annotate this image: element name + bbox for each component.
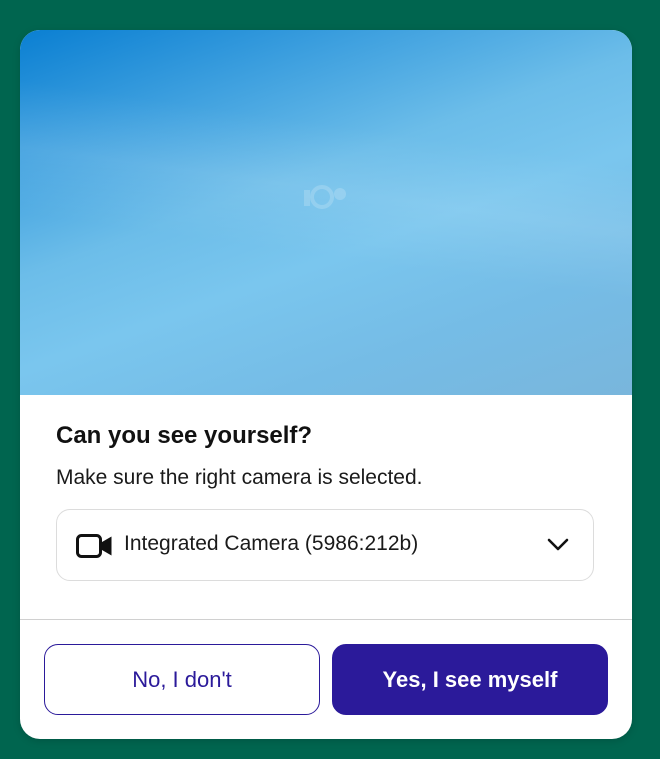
camera-preview-logo-icon [304,185,346,209]
dialog-subtitle: Make sure the right camera is selected. [56,466,423,489]
camera-select-value: Integrated Camera (5986:212b) [124,532,419,555]
no-i-dont-button[interactable]: No, I don't [44,644,320,715]
camera-select-dropdown[interactable]: Integrated Camera (5986:212b) [56,509,594,581]
video-camera-icon [76,534,112,558]
chevron-down-icon [547,538,569,551]
camera-check-dialog: Can you see yourself? Make sure the righ… [20,30,632,739]
dialog-title: Can you see yourself? [56,422,313,449]
yes-i-see-myself-button[interactable]: Yes, I see myself [332,644,608,715]
footer-divider [20,619,632,620]
camera-preview [20,30,632,395]
